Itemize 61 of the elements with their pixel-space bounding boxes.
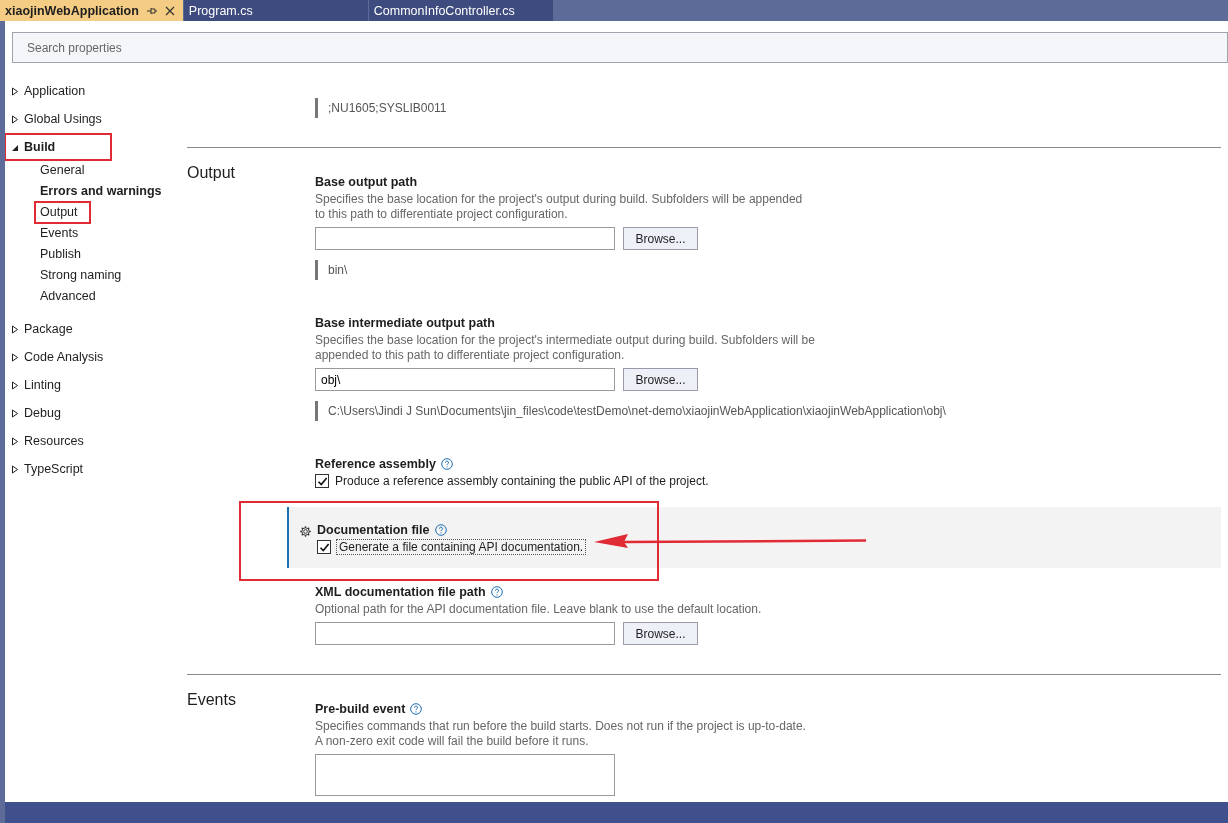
expand-caret-icon[interactable] <box>11 380 19 390</box>
expand-caret-icon[interactable] <box>11 464 19 474</box>
sidebar-group[interactable]: Linting <box>5 371 187 399</box>
sidebar-group[interactable]: Code Analysis <box>5 343 187 371</box>
browse-button[interactable]: Browse... <box>623 368 698 391</box>
sidebar-item[interactable]: Events <box>35 223 84 244</box>
expand-caret-icon[interactable] <box>11 436 19 446</box>
help-icon[interactable] <box>434 524 447 536</box>
setting-title: Pre-build event <box>315 702 406 716</box>
section-heading: Output <box>187 164 236 181</box>
checkbox-label[interactable]: Generate a file containing API documentation. <box>337 540 586 554</box>
sidebar-item[interactable]: Errors and warnings <box>35 181 167 202</box>
help-icon[interactable] <box>410 703 423 715</box>
document-tab[interactable]: xiaojinWebApplication <box>0 0 184 21</box>
setting-title: Base intermediate output path <box>315 316 495 330</box>
sidebar-item[interactable]: Output <box>35 202 90 223</box>
sidebar-group[interactable]: Debug <box>5 399 187 427</box>
path-field[interactable] <box>315 227 615 250</box>
expand-caret-icon[interactable] <box>11 408 19 418</box>
checkbox[interactable] <box>315 474 329 488</box>
path-field[interactable]: obj\ <box>315 368 615 391</box>
expand-caret-icon[interactable] <box>11 324 19 334</box>
sidebar-item[interactable]: General <box>35 160 90 181</box>
value-note: ;NU1605;SYSLIB0011 <box>315 98 1221 118</box>
path-field[interactable] <box>315 622 615 645</box>
help-icon[interactable] <box>490 586 503 598</box>
sidebar-item[interactable]: Strong naming <box>35 265 127 286</box>
setting-description: Specifies commands that run before the build starts. Does not run if the project is up-to-date. A non-zero exit code will fail the build before it runs. <box>315 719 807 749</box>
setting-title: XML documentation file path <box>315 585 486 599</box>
checkbox[interactable] <box>317 540 331 554</box>
setting-description: Specifies the base location for the project's output during build. Subfolders will be appended to this path to differentiate project configuration. <box>315 192 804 222</box>
sidebar-group[interactable]: Application <box>5 77 187 105</box>
sidebar-group[interactable]: Build <box>5 134 111 160</box>
document-tab[interactable]: Program.cs <box>183 0 369 21</box>
search-field[interactable]: Search properties <box>12 32 1228 63</box>
document-tab[interactable]: CommonInfoController.cs <box>368 0 554 21</box>
sidebar-group[interactable]: TypeScript <box>5 455 187 483</box>
sidebar-item[interactable]: Publish <box>35 244 86 265</box>
settings-icon[interactable] <box>299 525 312 538</box>
setting-description: Optional path for the API documentation file. Leave blank to use the default location. <box>315 602 763 617</box>
sidebar-item[interactable]: Advanced <box>35 286 101 307</box>
command-field[interactable] <box>315 754 615 796</box>
close-icon[interactable] <box>164 5 175 16</box>
section-heading: Events <box>187 691 236 708</box>
pin-icon[interactable] <box>146 5 157 16</box>
setting-description: Specifies the base location for the project's intermediate output during build. Subfolders will be appended to this path to differentiate project configuration. <box>315 333 815 363</box>
help-icon[interactable] <box>440 458 453 470</box>
checkbox-label[interactable]: Produce a reference assembly containing the public API of the project. <box>335 474 709 488</box>
browse-button[interactable]: Browse... <box>623 622 698 645</box>
sidebar-group[interactable]: Package <box>5 315 187 343</box>
expand-caret-icon[interactable] <box>11 352 19 362</box>
setting-title: Reference assembly <box>315 457 436 471</box>
sidebar-group[interactable]: Resources <box>5 427 187 455</box>
expand-caret-icon[interactable] <box>11 86 19 96</box>
setting-title: Base output path <box>315 175 418 189</box>
sidebar-group[interactable]: Global Usings <box>5 105 187 133</box>
expand-caret-icon[interactable] <box>11 114 19 124</box>
value-note: bin\ <box>315 260 1221 280</box>
value-note: C:\Users\Jindi J Sun\Documents\jin_files\code\testDemo\net-demo\xiaojinWebApplication\xiaojinWebApplication\obj\ <box>315 401 1221 421</box>
setting-title: Documentation file <box>317 523 430 537</box>
browse-button[interactable]: Browse... <box>623 227 698 250</box>
